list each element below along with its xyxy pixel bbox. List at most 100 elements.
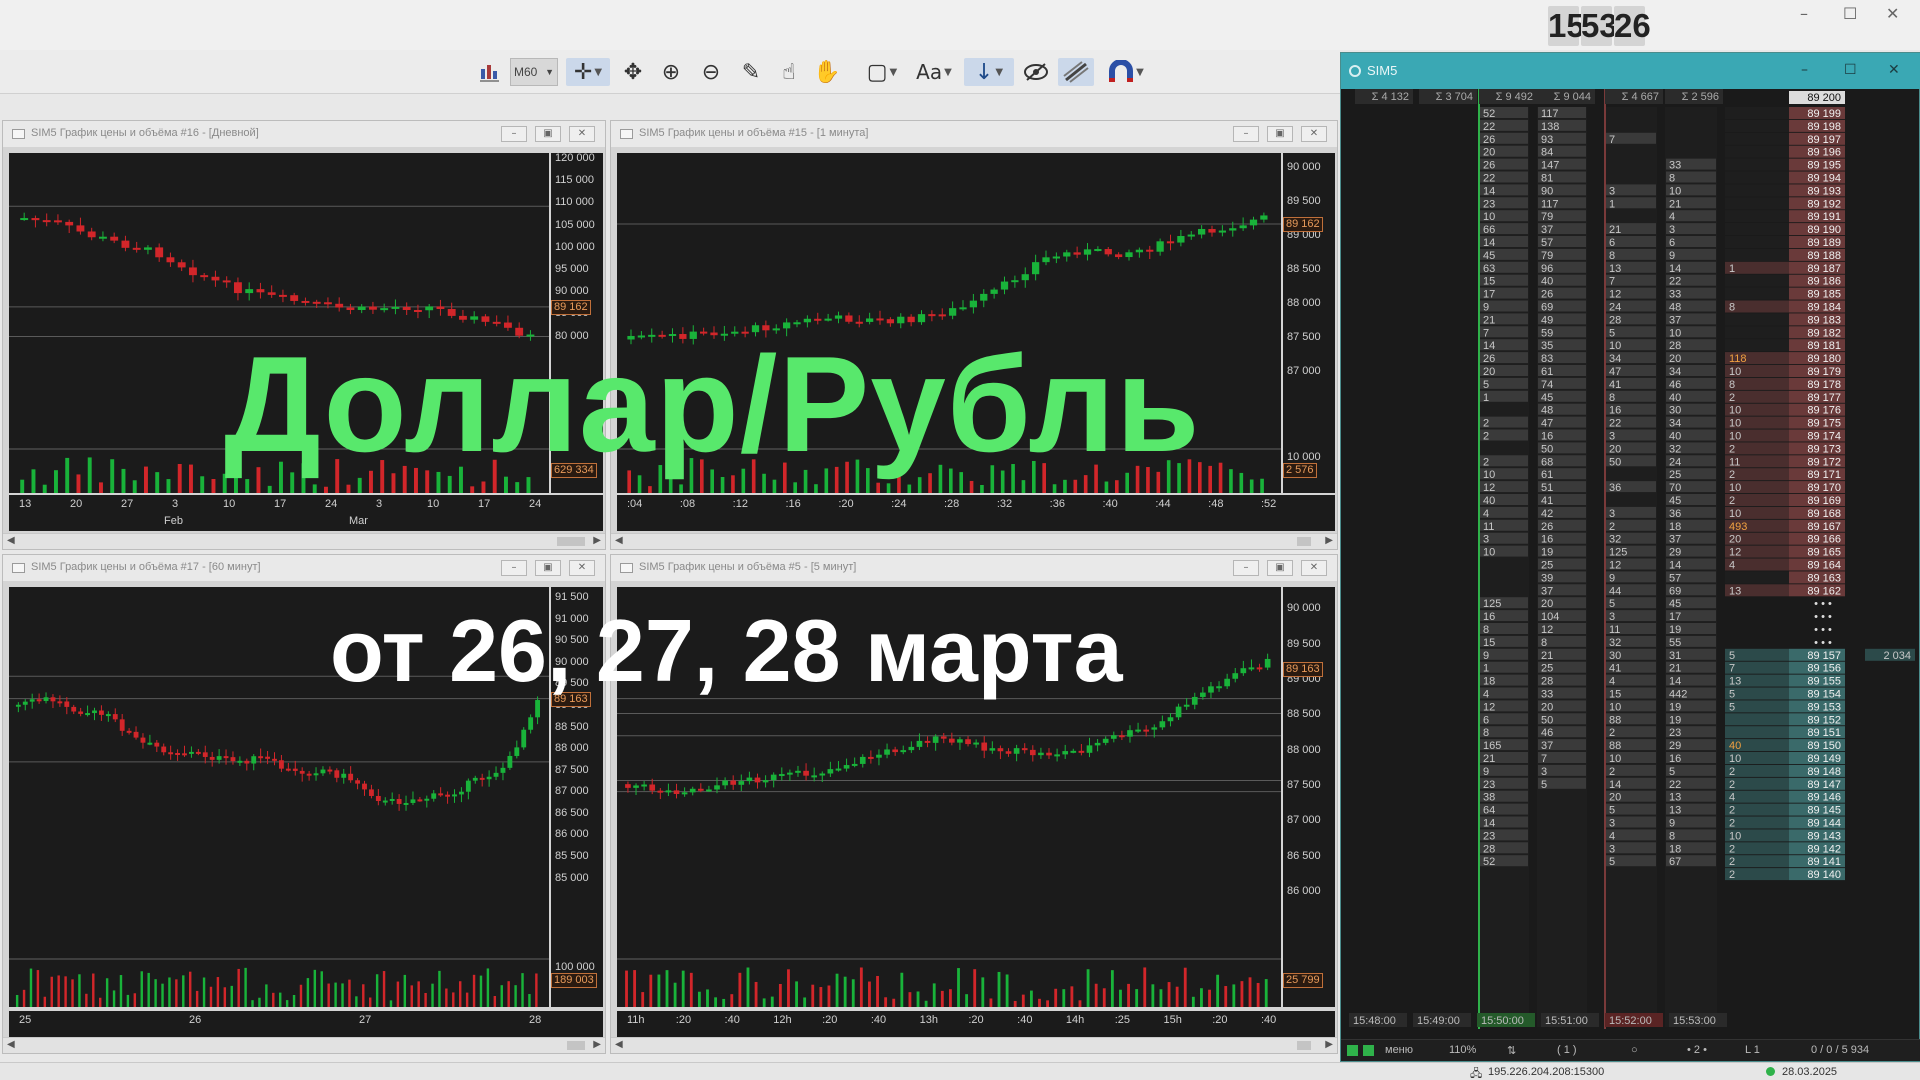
- volume-value: 5: [1541, 779, 1547, 791]
- last-price-tag: 89 163: [1283, 661, 1323, 677]
- chart-window-60min[interactable]: SIM5 График цены и объёма #17 - [60 мину…: [2, 554, 606, 1054]
- order-book-minimize-button[interactable]: –: [1801, 62, 1808, 78]
- price-level: 89 176: [1807, 405, 1841, 417]
- chart-svg: [9, 675, 549, 1007]
- candle: [65, 221, 74, 226]
- window-close-button[interactable]: ✕: [1301, 560, 1327, 576]
- pan-hand-icon[interactable]: ✋: [812, 58, 842, 86]
- scroll-thumb[interactable]: [567, 1041, 585, 1050]
- close-button[interactable]: ✕: [1886, 4, 1899, 23]
- chart-window-1min[interactable]: SIM5 График цены и объёма #15 - [1 минут…: [610, 120, 1338, 550]
- window-header: SIM5 График цены и объёма #17 - [60 мину…: [3, 555, 605, 581]
- window-close-button[interactable]: ✕: [569, 560, 595, 576]
- horizontal-scrollbar[interactable]: ◀ ▶: [3, 1037, 605, 1053]
- scroll-thumb[interactable]: [557, 537, 585, 546]
- order-book-status-item[interactable]: меню: [1385, 1044, 1413, 1056]
- window-minimize-button[interactable]: –: [1233, 126, 1259, 142]
- scroll-left-icon[interactable]: ◀: [7, 1039, 15, 1050]
- crosshair-tool-icon[interactable]: ✛ ▼: [566, 58, 610, 86]
- volume-bar: [85, 993, 88, 1007]
- price-tick-label: 115 000: [555, 174, 594, 187]
- window-minimize-button[interactable]: –: [1233, 560, 1259, 576]
- candle: [396, 798, 402, 804]
- total-volume: Σ 4 132: [1372, 91, 1409, 103]
- scroll-left-icon[interactable]: ◀: [7, 535, 15, 546]
- volume-value: 32: [1609, 637, 1621, 649]
- zoom-out-icon[interactable]: ⊖: [696, 58, 726, 86]
- volume-value: 15: [1483, 637, 1495, 649]
- window-close-button[interactable]: ✕: [1301, 126, 1327, 142]
- candle: [244, 760, 250, 764]
- scroll-left-icon[interactable]: ◀: [615, 535, 623, 546]
- ruler-icon[interactable]: ✎: [736, 58, 766, 86]
- candle: [1094, 249, 1102, 252]
- scroll-thumb[interactable]: [1297, 1041, 1311, 1050]
- price-chart[interactable]: [9, 587, 549, 1007]
- arrow-down-tool-icon[interactable]: ↓ ▼: [964, 58, 1014, 86]
- volume-bar: [154, 979, 157, 1007]
- order-book-close-button[interactable]: ✕: [1888, 62, 1900, 78]
- lock-drawings-icon[interactable]: [1058, 58, 1094, 86]
- text-tool-icon[interactable]: Aa ▼: [912, 58, 956, 86]
- depth-cell: [1725, 236, 1789, 248]
- volume-bar: [741, 468, 746, 493]
- horizontal-scrollbar[interactable]: ◀ ▶: [611, 1037, 1337, 1053]
- horizontal-scrollbar[interactable]: ◀ ▶: [3, 533, 605, 549]
- pointer-hand-icon[interactable]: ☝: [774, 58, 804, 86]
- window-maximize-button[interactable]: ▣: [535, 560, 561, 576]
- chart-type-icon[interactable]: [474, 58, 504, 86]
- volume-value: 18: [1669, 843, 1681, 855]
- volume-value: 10: [1669, 327, 1681, 339]
- move-icon[interactable]: ✥: [618, 58, 648, 86]
- scroll-thumb[interactable]: [1297, 537, 1311, 546]
- scroll-left-icon[interactable]: ◀: [615, 1039, 623, 1050]
- depth-value: 8: [1729, 379, 1735, 391]
- scroll-right-icon[interactable]: ▶: [1325, 1039, 1333, 1050]
- timeframe-select[interactable]: M60 ▼: [510, 58, 558, 86]
- order-book-status-item[interactable]: 110%: [1449, 1044, 1476, 1056]
- volume-value: 79: [1541, 211, 1553, 223]
- depth-value: 2: [1729, 443, 1735, 455]
- window-maximize-button[interactable]: ▣: [1267, 126, 1293, 142]
- price-chart[interactable]: [9, 153, 549, 493]
- window-maximize-button[interactable]: ▣: [535, 126, 561, 142]
- scroll-right-icon[interactable]: ▶: [1325, 535, 1333, 546]
- volume-bar: [279, 992, 282, 1007]
- candle: [627, 335, 635, 340]
- window-maximize-button[interactable]: ▣: [1267, 560, 1293, 576]
- volume-value: 17: [1669, 611, 1681, 623]
- volume-bar: [414, 467, 418, 493]
- volume-bar: [216, 977, 220, 1007]
- volume-value: 23: [1483, 198, 1495, 210]
- volume-value: 25: [1541, 663, 1553, 675]
- hide-drawings-icon[interactable]: [1020, 58, 1052, 86]
- horizontal-scrollbar[interactable]: ◀ ▶: [611, 533, 1337, 549]
- order-book-panel[interactable]: SIM5 – ☐ ✕ Σ 4 132 Σ 3 704 Σ 9 492 Σ 9 044 Σ…: [1340, 52, 1920, 1062]
- window-close-button[interactable]: ✕: [569, 126, 595, 142]
- volume-bar: [720, 476, 725, 493]
- rectangle-tool-icon[interactable]: ▢ ▼: [862, 58, 902, 86]
- price-level: 89 146: [1807, 792, 1841, 804]
- scroll-right-icon[interactable]: ▶: [593, 535, 601, 546]
- order-book-maximize-button[interactable]: ☐: [1844, 62, 1857, 78]
- volume-value: 41: [1609, 379, 1621, 391]
- zoom-in-icon[interactable]: ⊕: [656, 58, 686, 86]
- depth-cell: [1725, 107, 1789, 119]
- volume-bar: [168, 977, 171, 1007]
- chart-window-5min[interactable]: SIM5 График цены и объёма #5 - [5 минут]…: [610, 554, 1338, 1054]
- maximize-button[interactable]: ☐: [1843, 4, 1857, 23]
- minimize-button[interactable]: –: [1800, 4, 1808, 23]
- price-chart[interactable]: [617, 153, 1281, 493]
- window-minimize-button[interactable]: –: [501, 560, 527, 576]
- magnet-icon[interactable]: ▼: [1104, 58, 1148, 86]
- candle: [1224, 678, 1230, 687]
- chart-window-daily[interactable]: SIM5 График цены и объёма #16 - [Дневной…: [2, 120, 606, 550]
- price-level: 89 189: [1807, 237, 1841, 249]
- order-book-grid[interactable]: Σ 4 132 Σ 3 704 Σ 9 492 Σ 9 044 Σ 4 667 Σ 2 5…: [1341, 89, 1920, 1049]
- window-minimize-button[interactable]: –: [501, 126, 527, 142]
- price-chart[interactable]: [617, 587, 1281, 1007]
- candle: [1119, 735, 1125, 738]
- price-tick-label: 88 000: [1287, 296, 1321, 309]
- volume-value: 37: [1541, 585, 1553, 597]
- scroll-right-icon[interactable]: ▶: [593, 1039, 601, 1050]
